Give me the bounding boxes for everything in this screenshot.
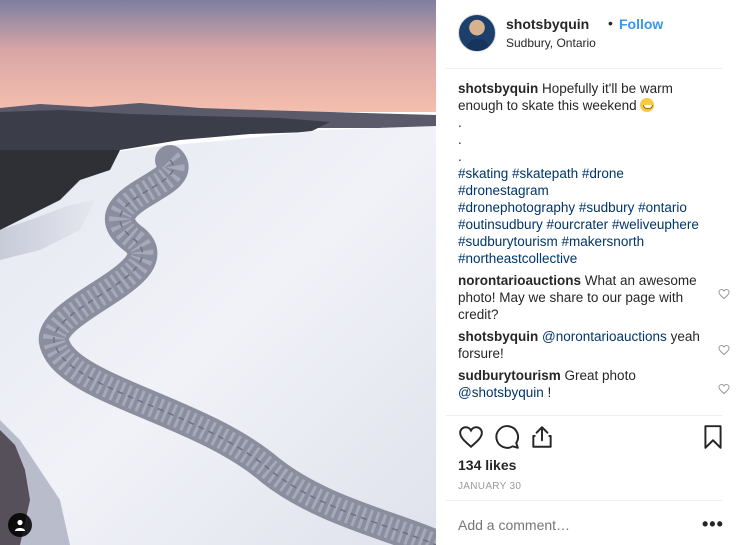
caption-username[interactable]: shotsbyquin — [458, 81, 538, 96]
heart-icon[interactable] — [458, 424, 484, 450]
header-separator: • — [608, 15, 613, 31]
hashtags-line[interactable]: #northeastcollective — [458, 250, 702, 267]
comment-username[interactable]: sudburytourism — [458, 368, 561, 383]
comments-list: shotsbyquin Hopefully it'll be warm enou… — [458, 80, 730, 406]
caption-dots: . . . — [458, 115, 462, 164]
header-divider — [446, 68, 722, 69]
likes-count[interactable]: 134 likes — [458, 457, 516, 473]
aerial-photo — [0, 0, 436, 545]
location-link[interactable]: Sudbury, Ontario — [506, 36, 596, 50]
actions-divider — [446, 415, 722, 416]
post-photo[interactable] — [0, 0, 436, 545]
user-tag-button[interactable] — [8, 513, 32, 537]
header-username[interactable]: shotsbyquin — [506, 16, 589, 32]
post-side-panel: shotsbyquin • Follow Sudbury, Ontario sh… — [436, 0, 740, 545]
comment-like-heart-icon[interactable] — [718, 288, 730, 300]
comment-suffix: ! — [547, 385, 552, 400]
grinning-face-emoji-icon — [640, 98, 655, 112]
post-header: shotsbyquin • Follow Sudbury, Ontario — [458, 14, 728, 54]
comment-mention[interactable]: @shotsbyquin — [458, 385, 544, 400]
hashtags-line[interactable]: #sudburytourism #makersnorth — [458, 233, 702, 250]
post-actions — [458, 424, 724, 454]
bookmark-icon[interactable] — [700, 424, 726, 450]
comment-like-heart-icon[interactable] — [718, 344, 730, 356]
add-comment-input[interactable] — [458, 517, 678, 533]
comment-box-divider — [446, 500, 722, 501]
hashtags-line[interactable]: #dronephotography #sudbury #ontario — [458, 199, 702, 216]
caption: shotsbyquin Hopefully it'll be warm enou… — [458, 80, 720, 267]
comment-item: shotsbyquin @norontarioauctions yeah for… — [458, 328, 730, 362]
comment-text: Great photo — [564, 368, 636, 383]
post-date: JANUARY 30 — [458, 481, 522, 492]
comment-item: sudburytourism Great photo @shotsbyquin … — [458, 367, 730, 401]
hashtags-line[interactable]: #outinsudbury #ourcrater #weliveuphere — [458, 216, 702, 233]
comment-mention[interactable]: @norontarioauctions — [542, 329, 667, 344]
comment-item: norontarioauctions What an awesome photo… — [458, 272, 730, 323]
comment-username[interactable]: norontarioauctions — [458, 273, 581, 288]
comment-like-heart-icon[interactable] — [718, 383, 730, 395]
comment-icon[interactable] — [494, 424, 520, 450]
hashtags-line[interactable]: #skating #skatepath #drone #dronestagram — [458, 165, 702, 199]
user-tag-icon — [15, 519, 25, 531]
more-options-icon[interactable]: ••• — [702, 514, 724, 535]
avatar[interactable] — [458, 14, 496, 52]
comment-username[interactable]: shotsbyquin — [458, 329, 538, 344]
share-icon[interactable] — [529, 424, 555, 450]
follow-button[interactable]: Follow — [619, 16, 663, 32]
